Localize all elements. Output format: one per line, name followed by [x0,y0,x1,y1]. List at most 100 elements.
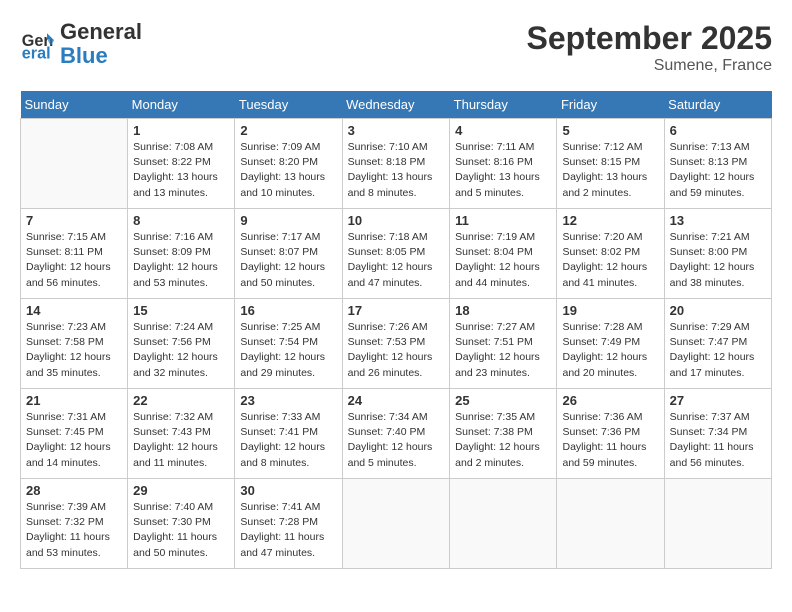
day-of-week-header: Wednesday [342,91,450,119]
day-info: Sunrise: 7:13 AM Sunset: 8:13 PM Dayligh… [670,140,766,201]
day-number: 7 [26,213,122,228]
logo: Gen eral General Blue [20,20,142,68]
calendar-cell [664,479,771,569]
day-info: Sunrise: 7:41 AM Sunset: 7:28 PM Dayligh… [240,500,336,561]
day-number: 17 [348,303,445,318]
day-info: Sunrise: 7:15 AM Sunset: 8:11 PM Dayligh… [26,230,122,291]
calendar-cell: 18Sunrise: 7:27 AM Sunset: 7:51 PM Dayli… [450,299,557,389]
calendar-cell [21,119,128,209]
day-number: 9 [240,213,336,228]
calendar-cell [557,479,664,569]
calendar-cell: 24 Sunrise: 7:34 AM Sunset: 7:40 PM Dayli… [342,389,450,479]
day-number: 16 [240,303,336,318]
day-number: 24 [348,393,445,408]
day-info: Sunrise: 7:12 AM Sunset: 8:15 PM Dayligh… [562,140,658,201]
day-info: Sunrise: 7:23 AM Sunset: 7:58 PM Dayligh… [26,320,122,381]
calendar-cell: 9 Sunrise: 7:17 AM Sunset: 8:07 PM Daylig… [235,209,342,299]
calendar-cell: 17 Sunrise: 7:26 AM Sunset: 7:53 PM Dayli… [342,299,450,389]
week-row: 21Sunrise: 7:31 AM Sunset: 7:45 PM Dayli… [21,389,772,479]
week-row: 28 Sunrise: 7:39 AM Sunset: 7:32 PM Dayli… [21,479,772,569]
day-info: Sunrise: 7:19 AM Sunset: 8:04 PM Dayligh… [455,230,551,291]
day-info: Sunrise: 7:36 AM Sunset: 7:36 PM Dayligh… [562,410,658,471]
day-number: 4 [455,123,551,138]
calendar-cell: 12Sunrise: 7:20 AM Sunset: 8:02 PM Dayli… [557,209,664,299]
calendar-cell: 30 Sunrise: 7:41 AM Sunset: 7:28 PM Dayli… [235,479,342,569]
calendar-cell: 27 Sunrise: 7:37 AM Sunset: 7:34 PM Dayli… [664,389,771,479]
day-info: Sunrise: 7:20 AM Sunset: 8:02 PM Dayligh… [562,230,658,291]
calendar-cell: 13 Sunrise: 7:21 AM Sunset: 8:00 PM Dayli… [664,209,771,299]
day-info: Sunrise: 7:09 AM Sunset: 8:20 PM Dayligh… [240,140,336,201]
week-row: 14Sunrise: 7:23 AM Sunset: 7:58 PM Dayli… [21,299,772,389]
day-info: Sunrise: 7:40 AM Sunset: 7:30 PM Dayligh… [133,500,229,561]
calendar-cell: 2 Sunrise: 7:09 AM Sunset: 8:20 PM Daylig… [235,119,342,209]
calendar-cell: 6 Sunrise: 7:13 AM Sunset: 8:13 PM Daylig… [664,119,771,209]
day-info: Sunrise: 7:28 AM Sunset: 7:49 PM Dayligh… [562,320,658,381]
day-number: 22 [133,393,229,408]
day-info: Sunrise: 7:17 AM Sunset: 8:07 PM Dayligh… [240,230,336,291]
calendar-cell: 25 Sunrise: 7:35 AM Sunset: 7:38 PM Dayli… [450,389,557,479]
calendar-cell: 23 Sunrise: 7:33 AM Sunset: 7:41 PM Dayli… [235,389,342,479]
day-info: Sunrise: 7:34 AM Sunset: 7:40 PM Dayligh… [348,410,445,471]
calendar-cell: 21Sunrise: 7:31 AM Sunset: 7:45 PM Dayli… [21,389,128,479]
logo-icon: Gen eral [20,26,56,62]
day-info: Sunrise: 7:08 AM Sunset: 8:22 PM Dayligh… [133,140,229,201]
calendar-cell: 16Sunrise: 7:25 AM Sunset: 7:54 PM Dayli… [235,299,342,389]
calendar-cell: 1 Sunrise: 7:08 AM Sunset: 8:22 PM Daylig… [128,119,235,209]
day-of-week-header: Monday [128,91,235,119]
svg-text:eral: eral [22,45,51,63]
day-number: 19 [562,303,658,318]
day-info: Sunrise: 7:37 AM Sunset: 7:34 PM Dayligh… [670,410,766,471]
calendar-cell [342,479,450,569]
calendar-cell: 28 Sunrise: 7:39 AM Sunset: 7:32 PM Dayli… [21,479,128,569]
calendar-header-row: SundayMondayTuesdayWednesdayThursdayFrid… [21,91,772,119]
day-info: Sunrise: 7:18 AM Sunset: 8:05 PM Dayligh… [348,230,445,291]
calendar-cell [450,479,557,569]
day-number: 21 [26,393,122,408]
day-info: Sunrise: 7:16 AM Sunset: 8:09 PM Dayligh… [133,230,229,291]
day-of-week-header: Tuesday [235,91,342,119]
day-info: Sunrise: 7:39 AM Sunset: 7:32 PM Dayligh… [26,500,122,561]
day-info: Sunrise: 7:27 AM Sunset: 7:51 PM Dayligh… [455,320,551,381]
week-row: 7 Sunrise: 7:15 AM Sunset: 8:11 PM Daylig… [21,209,772,299]
day-number: 6 [670,123,766,138]
day-info: Sunrise: 7:24 AM Sunset: 7:56 PM Dayligh… [133,320,229,381]
calendar-cell: 15 Sunrise: 7:24 AM Sunset: 7:56 PM Dayli… [128,299,235,389]
calendar-cell: 14Sunrise: 7:23 AM Sunset: 7:58 PM Dayli… [21,299,128,389]
day-info: Sunrise: 7:10 AM Sunset: 8:18 PM Dayligh… [348,140,445,201]
calendar-cell: 4 Sunrise: 7:11 AM Sunset: 8:16 PM Daylig… [450,119,557,209]
calendar-cell: 8 Sunrise: 7:16 AM Sunset: 8:09 PM Daylig… [128,209,235,299]
calendar-cell: 29Sunrise: 7:40 AM Sunset: 7:30 PM Dayli… [128,479,235,569]
day-info: Sunrise: 7:11 AM Sunset: 8:16 PM Dayligh… [455,140,551,201]
day-number: 15 [133,303,229,318]
location: Sumene, France [527,57,772,75]
calendar-cell: 10Sunrise: 7:18 AM Sunset: 8:05 PM Dayli… [342,209,450,299]
day-of-week-header: Friday [557,91,664,119]
calendar-cell: 5Sunrise: 7:12 AM Sunset: 8:15 PM Daylig… [557,119,664,209]
day-number: 30 [240,483,336,498]
calendar-cell: 7 Sunrise: 7:15 AM Sunset: 8:11 PM Daylig… [21,209,128,299]
day-number: 25 [455,393,551,408]
day-info: Sunrise: 7:26 AM Sunset: 7:53 PM Dayligh… [348,320,445,381]
day-info: Sunrise: 7:21 AM Sunset: 8:00 PM Dayligh… [670,230,766,291]
calendar-cell: 3 Sunrise: 7:10 AM Sunset: 8:18 PM Daylig… [342,119,450,209]
calendar-cell: 22 Sunrise: 7:32 AM Sunset: 7:43 PM Dayli… [128,389,235,479]
calendar-cell: 20Sunrise: 7:29 AM Sunset: 7:47 PM Dayli… [664,299,771,389]
day-info: Sunrise: 7:35 AM Sunset: 7:38 PM Dayligh… [455,410,551,471]
week-row: 1 Sunrise: 7:08 AM Sunset: 8:22 PM Daylig… [21,119,772,209]
day-number: 1 [133,123,229,138]
day-number: 2 [240,123,336,138]
logo-text-general: General [60,20,142,44]
day-info: Sunrise: 7:32 AM Sunset: 7:43 PM Dayligh… [133,410,229,471]
day-number: 28 [26,483,122,498]
day-number: 23 [240,393,336,408]
day-number: 3 [348,123,445,138]
day-info: Sunrise: 7:29 AM Sunset: 7:47 PM Dayligh… [670,320,766,381]
calendar-cell: 11Sunrise: 7:19 AM Sunset: 8:04 PM Dayli… [450,209,557,299]
calendar-cell: 26 Sunrise: 7:36 AM Sunset: 7:36 PM Dayli… [557,389,664,479]
day-number: 13 [670,213,766,228]
day-number: 27 [670,393,766,408]
month-title: September 2025 [527,20,772,57]
day-number: 8 [133,213,229,228]
day-info: Sunrise: 7:33 AM Sunset: 7:41 PM Dayligh… [240,410,336,471]
day-number: 26 [562,393,658,408]
